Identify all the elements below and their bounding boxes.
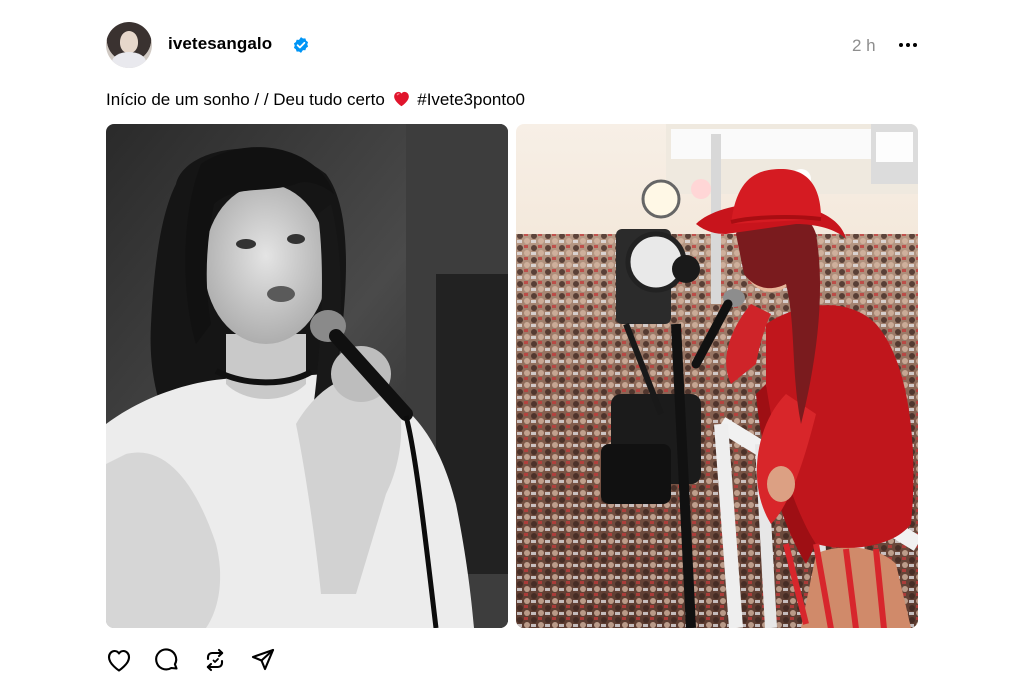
heart-icon[interactable] [105, 646, 133, 674]
verified-badge-icon [293, 37, 309, 53]
post-timestamp: 2 h [852, 36, 876, 55]
post-card: ivetesangalo 2 h Início de um sonho / / … [0, 0, 1024, 683]
author-avatar[interactable] [106, 22, 152, 68]
comment-icon[interactable] [153, 646, 181, 674]
post-photo-1[interactable] [106, 124, 508, 628]
repost-icon[interactable] [201, 646, 229, 674]
author-username[interactable]: ivetesangalo [168, 34, 272, 54]
send-icon[interactable] [249, 646, 277, 674]
post-caption: Início de um sonho / / Deu tudo certo #I… [106, 90, 525, 112]
post-photo-2[interactable] [516, 124, 918, 628]
black-and-white-singer-photo-icon [106, 124, 508, 628]
caption-hashtag[interactable]: #Ivete3ponto0 [417, 90, 525, 109]
more-horizontal-icon[interactable] [897, 36, 919, 54]
caption-text: Início de um sonho / / Deu tudo certo [106, 90, 385, 109]
red-heart-emoji-icon [392, 90, 411, 112]
avatar-body [112, 52, 146, 68]
carnival-stage-singer-photo-icon [516, 124, 918, 628]
avatar-face [120, 31, 138, 53]
